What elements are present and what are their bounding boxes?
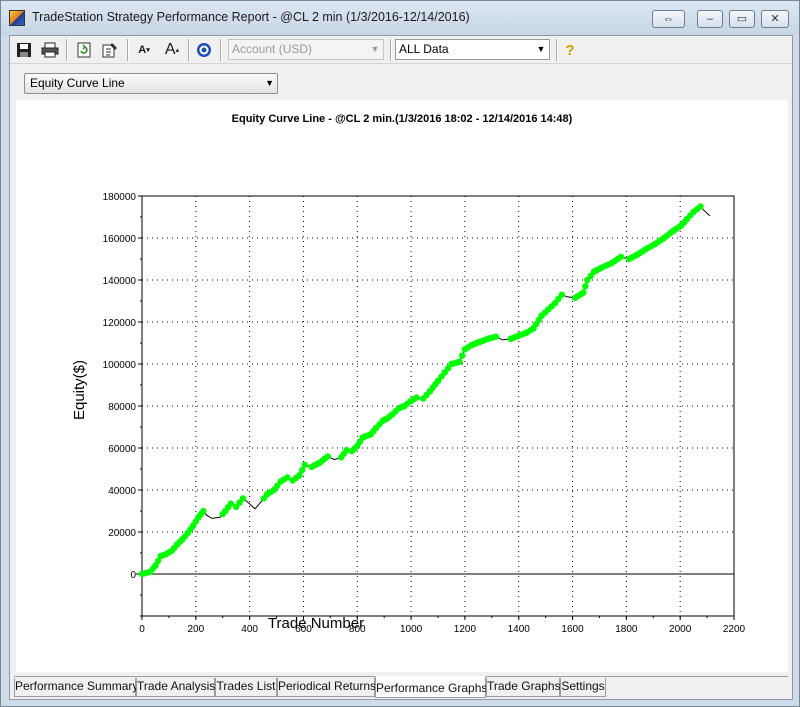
x-tick-label: 1000 [400,624,423,635]
y-tick-label: 160000 [103,234,137,245]
graph-panel: Equity Curve Line - @CL 2 min.(1/3/2016 … [16,100,788,672]
y-tick-label: 80000 [108,402,136,413]
x-tick-label: 200 [187,624,204,635]
y-tick-label: 40000 [108,486,136,497]
chevron-down-icon: ▼ [536,44,546,54]
toolbar-separator [390,39,392,61]
target-icon[interactable] [194,40,214,60]
save-icon[interactable] [14,40,34,60]
restore-layout-button[interactable]: ⇔ [652,10,685,28]
chart-title: Equity Curve Line - @CL 2 min.(1/3/2016 … [232,113,573,125]
y-tick-label: 100000 [103,360,137,371]
report-client-area: A ▾ A ▴ Account (USD) ▼ ALL Data ▼ ? Equit… [9,35,793,700]
x-tick-label: 1800 [615,624,638,635]
graph-type-select[interactable]: Equity Curve Line ▼ [24,73,278,94]
help-label: ? [565,41,575,59]
y-tick-label: 60000 [108,444,136,455]
equity-curve-chart: Equity Curve Line - @CL 2 min.(1/3/2016 … [71,113,746,635]
new-high-marker [580,289,587,296]
y-axis-label: Equity($) [71,360,88,420]
y-tick-label: 0 [130,570,136,581]
x-tick-label: 2200 [723,624,746,635]
new-high-marker [200,507,207,515]
chart-grid [141,195,735,617]
new-high-marker [617,253,625,261]
new-high-marker [582,283,589,290]
tab-periodical-returns[interactable]: Periodical Returns [277,678,376,697]
new-high-marker [558,291,565,298]
refresh-icon[interactable] [74,40,94,60]
help-icon[interactable]: ? [560,40,580,60]
new-high-marker [324,453,331,460]
new-high-marker [456,358,463,366]
tab-trade-analysis[interactable]: Trade Analysis [136,678,215,697]
data-range-select[interactable]: ALL Data ▼ [395,39,550,60]
toolbar-separator [220,39,222,61]
chart-plot [138,203,711,578]
toolbar: A ▾ A ▴ Account (USD) ▼ ALL Data ▼ ? [10,36,792,64]
new-high-marker [284,474,291,481]
minimize-button[interactable]: – [697,10,723,28]
close-button[interactable]: ✕ [761,10,789,28]
new-high-marker [301,461,308,468]
data-range-value: ALL Data [399,42,449,56]
new-high-marker [227,500,234,507]
toolbar-separator [66,39,68,61]
chevron-down-icon: ▼ [265,78,274,88]
y-tick-label: 140000 [103,276,137,287]
chart-ticks: 0200004000060000800001000001200001400001… [103,192,746,635]
font-decrease-icon[interactable]: A ▾ [134,40,154,60]
tab-trades-list[interactable]: Trades List [215,678,277,697]
title-bar[interactable]: TradeStation Strategy Performance Report… [1,1,799,35]
new-high-marker [239,495,247,502]
maximize-button[interactable]: ▭ [729,10,755,28]
tab-performance-graphs[interactable]: Performance Graphs [375,676,487,698]
y-tick-label: 20000 [108,528,136,539]
new-high-marker [492,333,500,340]
x-tick-label: 1600 [561,624,584,635]
account-select[interactable]: Account (USD) ▼ [228,39,384,60]
y-tick-label: 180000 [103,192,137,203]
window-title: TradeStation Strategy Performance Report… [32,10,470,24]
print-icon[interactable] [40,40,60,60]
x-tick-label: 400 [241,624,258,635]
graph-type-value: Equity Curve Line [30,76,125,90]
tradestation-app-icon [9,10,25,26]
report-window: TradeStation Strategy Performance Report… [0,0,800,707]
x-tick-label: 1200 [454,624,477,635]
toolbar-separator [556,39,558,61]
report-tabs: Performance Summary Trade Analysis Trades … [14,676,788,698]
x-tick-label: 1400 [508,624,531,635]
tab-settings[interactable]: Settings [560,678,606,697]
new-high-marker [343,446,350,454]
toolbar-separator [188,39,190,61]
properties-icon[interactable] [100,40,120,60]
equity-line [141,205,711,575]
chevron-down-icon: ▼ [370,44,380,54]
font-increase-label: A [164,41,176,58]
x-tick-label: 2000 [669,624,692,635]
x-axis-label: Trade Number [268,615,364,632]
y-tick-label: 120000 [103,318,137,329]
new-high-marker [413,394,420,401]
account-select-value: Account (USD) [232,42,313,56]
new-high-marker [697,203,704,210]
tab-performance-summary[interactable]: Performance Summary [14,678,138,697]
font-increase-icon[interactable]: A ▴ [162,40,182,60]
tab-trade-graphs[interactable]: Trade Graphs [486,678,561,697]
x-tick-label: 0 [139,624,145,635]
new-high-marker [459,352,466,359]
toolbar-separator [127,39,129,61]
